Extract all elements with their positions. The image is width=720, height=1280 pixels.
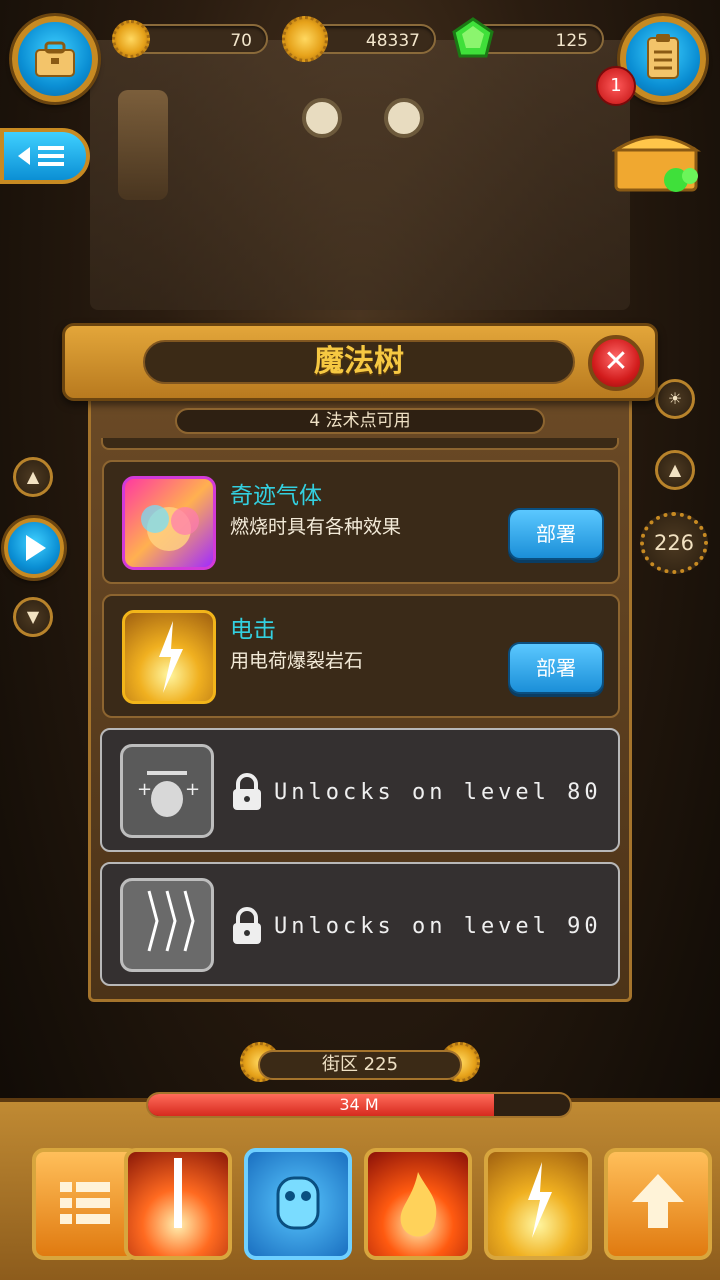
gems-value: 125: [555, 31, 588, 51]
clipboard-icon: [647, 34, 679, 79]
unlock-requirement: Unlocks on level 90: [274, 914, 602, 939]
treasure-chest-icon[interactable]: [612, 124, 702, 196]
gears-value: 70: [230, 31, 252, 51]
skill-description: 燃烧时具有各种效果: [230, 516, 402, 538]
sun-icon: ☀: [667, 389, 683, 408]
lightning-strike-icon: [120, 878, 214, 972]
close-button[interactable]: ✕: [588, 335, 644, 391]
skill-card-wonder-gas: 奇迹气体 燃烧时具有各种效果 部署: [102, 460, 620, 584]
skill-slot-laser[interactable]: [124, 1148, 232, 1260]
coins-value: 48337: [365, 31, 420, 51]
arrow-up-icon: [632, 1174, 684, 1228]
lightning-icon: [528, 1162, 552, 1238]
lock-icon: [233, 907, 261, 944]
close-icon: ✕: [603, 344, 629, 379]
play-button[interactable]: [4, 518, 64, 578]
svg-text:+: +: [137, 779, 152, 800]
settings-button[interactable]: ☀: [655, 379, 695, 419]
deploy-button[interactable]: 部署: [508, 642, 604, 694]
scroll-down-left-button[interactable]: ▼: [13, 597, 53, 637]
skill-slot-fire[interactable]: [364, 1148, 472, 1260]
background-machinery: [90, 40, 630, 310]
locked-skill-card-level-80: + + Unlocks on level 80: [100, 728, 620, 852]
robot-icon: [276, 1176, 320, 1230]
robot-miner: [118, 90, 168, 200]
list-icon: [60, 1182, 110, 1224]
scroll-up-right-button[interactable]: ▲: [655, 450, 695, 490]
progress-text: 34 M: [339, 1095, 379, 1114]
gear-icon: [112, 20, 150, 58]
toolbox-icon: [35, 41, 75, 77]
scroll-up-left-button[interactable]: ▲: [13, 457, 53, 497]
skill-name: 电击: [230, 617, 276, 643]
upgrade-button[interactable]: [604, 1148, 712, 1260]
pressure-dial-left: [302, 98, 342, 138]
list-top-divider: [101, 438, 619, 450]
coin-icon: [282, 16, 328, 62]
play-icon: [26, 535, 46, 561]
pressure-dial-right: [384, 98, 424, 138]
panel-title-bar: 魔法树: [62, 323, 658, 401]
depth-indicator: 226: [640, 512, 708, 574]
locked-skill-card-level-90: Unlocks on level 90: [100, 862, 620, 986]
skill-slot-robot[interactable]: [244, 1148, 352, 1260]
gem-icon: [452, 17, 494, 58]
drone-icon: + +: [120, 744, 214, 838]
toolbox-button[interactable]: [12, 16, 98, 102]
skill-card-electric-shock: 电击 用电荷爆裂岩石 部署: [102, 594, 620, 718]
lock-icon: [233, 773, 261, 810]
district-label: 街区 225: [258, 1050, 462, 1080]
fire-icon: [400, 1172, 437, 1237]
panel-title: 魔法树: [143, 340, 575, 384]
unlock-requirement: Unlocks on level 80: [274, 780, 602, 805]
deploy-button[interactable]: 部署: [508, 508, 604, 560]
lightning-icon: [122, 610, 216, 704]
skill-name: 奇迹气体: [230, 483, 322, 509]
wonder-gas-icon: [122, 476, 216, 570]
side-menu-button[interactable]: [0, 128, 90, 184]
spell-points-label: 4 法术点可用: [175, 408, 545, 434]
menu-back-icon: [18, 146, 64, 166]
quest-badge: 1: [596, 66, 636, 106]
skill-description: 用电荷爆裂岩石: [230, 650, 364, 672]
depth-progress-bar: 34 M: [146, 1092, 572, 1118]
laser-icon: [174, 1158, 182, 1228]
skill-slot-lightning[interactable]: [484, 1148, 592, 1260]
svg-text:+: +: [185, 779, 200, 800]
